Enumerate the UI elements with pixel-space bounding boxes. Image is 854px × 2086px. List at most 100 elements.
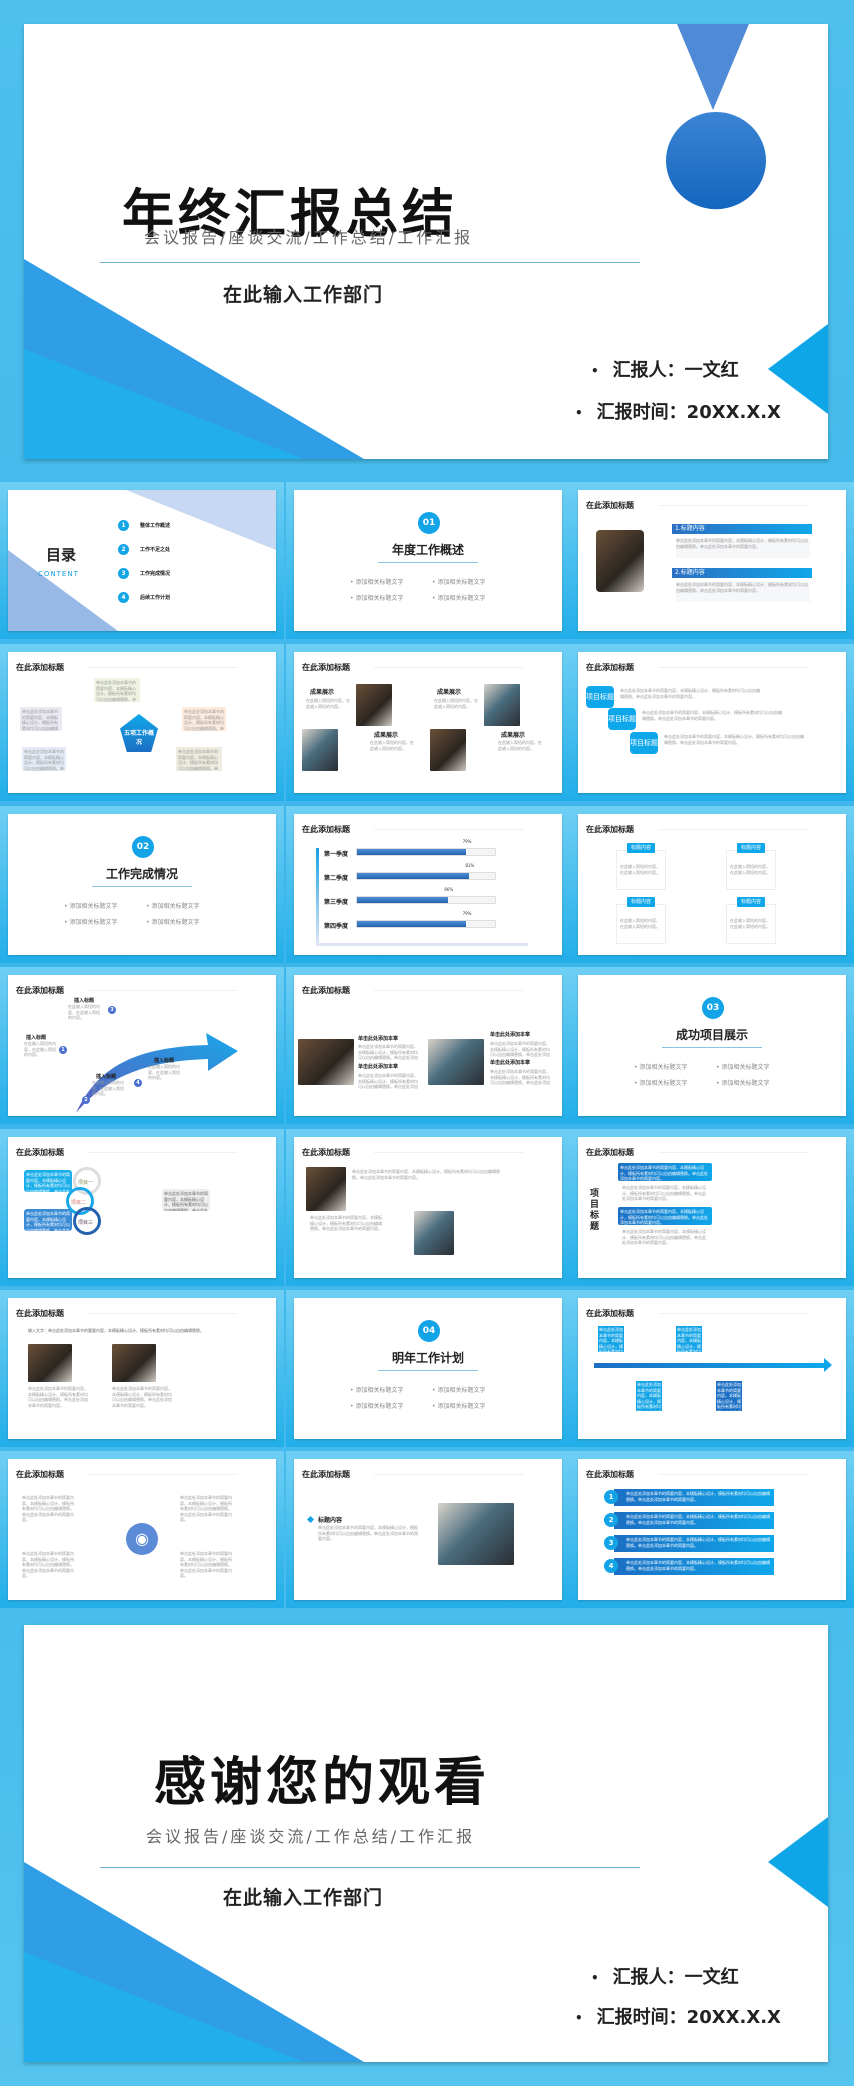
slide-title: 在此添加标题 bbox=[302, 1148, 350, 1157]
reporter: • 汇报人：一文红 bbox=[591, 356, 739, 382]
slide: 目录 CONTENT 1 整体工作概述 2 工作不足之处 3 工作完成情况 4 后续工作… bbox=[8, 490, 276, 631]
slide-thumb-13[interactable]: 在此添加标题 单击此处添加本章节的简要内容，本模板精心设计，模板所有素材均可以自… bbox=[0, 1129, 284, 1286]
toc-item[interactable]: 后续工作计划 bbox=[140, 594, 170, 601]
slide-thumb-3[interactable]: 在此添加标题 1.标题内容 单击此处添加本章节的简要内容，本模板精心设计，模板所… bbox=[570, 482, 854, 639]
toc-item[interactable]: 整体工作概述 bbox=[140, 522, 170, 529]
slide-thumb-section-03[interactable]: 03 成功项目展示 • 添加相关标题文字 • 添加相关标题文字 • 添加相关标题文… bbox=[570, 967, 854, 1124]
body-text: 单击此处添加本章节的简要内容，本模板精心设计，模板所有素材均可以自由编辑替换。单… bbox=[622, 1229, 706, 1245]
chapter-label: 单击此处添加本章 bbox=[358, 1036, 399, 1042]
slide: 在此添加标题 单击此处添加本章 单击此处添加本章节的简要内容，本模板精心设计，模板… bbox=[294, 975, 562, 1116]
slide-thumb-toc[interactable]: 目录 CONTENT 1 整体工作概述 2 工作不足之处 3 工作完成情况 4 后续工作… bbox=[0, 482, 284, 639]
slide-thumb-section-01[interactable]: 01 年度工作概述 • 添加相关标题文字 • 添加相关标题文字 • 添加相关标题文… bbox=[286, 482, 570, 639]
slide: 在此添加标题 单击此处添加本章节的简要内容，本模板精心设计，模板所有素材均可以自… bbox=[8, 1459, 276, 1600]
bullet-text: • 添加相关标题文字 bbox=[146, 903, 200, 910]
slide: 在此添加标题 成果展示 在此输入简短的内容，在此输入简短的内容。 成果展示 在此输入… bbox=[294, 652, 562, 793]
intro-text: 输入文字：单击此处添加本章节的重要内容，本模板精心设计，模板所有素材均可以自由编… bbox=[28, 1328, 204, 1333]
bullet-text: • 添加相关标题文字 bbox=[350, 579, 404, 586]
slide-thumb-10[interactable]: 在此添加标题 插入标题 在此输入简短的内容，在此输入简短的内容。 插入标题 在此输入… bbox=[0, 967, 284, 1124]
body-text: 单击此处添加本章节的简要内容，本模板精心设计，模板所有素材均可以自由编辑替换。单… bbox=[622, 1185, 706, 1201]
slide: 在此添加标题 单击此处添加本章节的简要内容，本模板精心设计，模板所有素材均可以自… bbox=[8, 1137, 276, 1278]
slide-thumb-21[interactable]: 在此添加标题 单击此处添加本章节的简要内容，本模板精心设计，模板所有素材均可以自… bbox=[570, 1451, 854, 1608]
slide-thumb-9[interactable]: 在此添加标题 在此输入简短的内容，在此输入简短的内容。 标题内容 在此输入简短的内… bbox=[570, 806, 854, 963]
slide-thumb-20[interactable]: 在此添加标题 标题内容 单击此处添加本章节的简要内容，本模板精心设计，模板所有素… bbox=[286, 1451, 570, 1608]
card-label: 标题内容 bbox=[737, 843, 765, 853]
body-text: 单击此处添加本章节的简要内容，本模板精心设计，模板所有素材均可以自由编辑替换。单… bbox=[358, 1044, 418, 1060]
slide-thumb-14[interactable]: 在此添加标题 单击此处添加本章节的简要内容，本模板精心设计，模板所有素材均可以自… bbox=[286, 1129, 570, 1286]
divider bbox=[88, 990, 238, 991]
medal-icon bbox=[666, 112, 766, 210]
slide: 在此添加标题 第一季度 79% 第二季度 81% 第三季度 66% 第四季度 79% bbox=[294, 814, 562, 955]
timeline-box: 单击此处添加本章节的简要内容，本模板精心设计，模板所有素材均可以自由编辑替换。单… bbox=[636, 1381, 662, 1411]
slide-thumb-section-04[interactable]: 04 明年工作计划 • 添加相关标题文字 • 添加相关标题文字 • 添加相关标题文… bbox=[286, 1290, 570, 1447]
list-bar: 单击此处添加本章节的简要内容，本模板精心设计，模板所有素材均可以自由编辑替换。单… bbox=[614, 1489, 774, 1506]
progress-bar bbox=[356, 920, 496, 928]
slide: 在此添加标题 单击此处添加本章节的简要内容，本模板精心设计，模板所有素材均可以自… bbox=[294, 1137, 562, 1278]
section-number: 03 bbox=[702, 997, 724, 1019]
slide-thumb-quarter-progress[interactable]: 在此添加标题 第一季度 79% 第二季度 81% 第三季度 66% 第四季度 79% bbox=[286, 806, 570, 963]
body-text: 单击此处添加本章节的简要内容，本模板精心设计，模板所有素材均可以自由编辑替换。单… bbox=[112, 1386, 172, 1408]
divider bbox=[374, 1474, 524, 1475]
slide-thumb-4[interactable]: 在此添加标题 单击此处添加本章节的简要内容，本模板精心设计，模板所有素材均可以自… bbox=[0, 644, 284, 801]
list-number: 1 bbox=[604, 1490, 618, 1504]
photo bbox=[438, 1503, 514, 1565]
ending-slide: 感谢您的观看 会议报告/座谈交流/工作总结/工作汇报 在此输入工作部门 • 汇报人… bbox=[24, 1625, 828, 2062]
divider bbox=[662, 1047, 762, 1048]
bullet-text: • 添加相关标题文字 bbox=[350, 1403, 404, 1410]
bullet-text: • 添加相关标题文字 bbox=[432, 1387, 486, 1394]
timeline-box: 单击此处添加本章节的简要内容，本模板精心设计，模板所有素材均可以自由编辑替换。单… bbox=[676, 1326, 702, 1352]
quarter-label: 第一季度 bbox=[324, 851, 349, 858]
ending-subtitle: 会议报告/座谈交流/工作总结/工作汇报 bbox=[146, 1827, 476, 1846]
alien-icon: ◉ bbox=[126, 1523, 158, 1555]
toc-item[interactable]: 工作完成情况 bbox=[140, 570, 170, 577]
divider bbox=[378, 562, 478, 563]
slide-thumb-section-02[interactable]: 02 工作完成情况 • 添加相关标题文字 • 添加相关标题文字 • 添加相关标题文… bbox=[0, 806, 284, 963]
department: 在此输入工作部门 bbox=[223, 1887, 384, 1909]
divider bbox=[378, 1370, 478, 1371]
divider bbox=[88, 1474, 238, 1475]
divider bbox=[658, 1152, 808, 1153]
body-text: 单击此处添加本章节的简要内容，本模板精心设计，模板所有素材均可以自由编辑替换。单… bbox=[620, 688, 760, 699]
report-time: • 汇报时间：20XX.X.X bbox=[575, 398, 781, 424]
slide-title: 在此添加标题 bbox=[302, 663, 350, 672]
divider bbox=[100, 262, 640, 263]
slide-thumb-5[interactable]: 在此添加标题 成果展示 在此输入简短的内容，在此输入简短的内容。 成果展示 在此输入… bbox=[286, 644, 570, 801]
diamond-icon bbox=[306, 1515, 315, 1524]
axis-base bbox=[316, 943, 528, 946]
slide-title: 在此添加标题 bbox=[586, 663, 634, 672]
toc-subtitle: CONTENT bbox=[38, 570, 79, 578]
slide-title: 在此添加标题 bbox=[302, 825, 350, 834]
body-text: 单击此处添加本章节的简要内容，本模板精心设计，模板所有素材均可以自由编辑替换。单… bbox=[22, 1495, 74, 1522]
slide: 在此添加标题 插入标题 在此输入简短的内容，在此输入简短的内容。 插入标题 在此输入… bbox=[8, 975, 276, 1116]
bullet-text: • 添加相关标题文字 bbox=[64, 903, 118, 910]
slide-title: 在此添加标题 bbox=[302, 1470, 350, 1479]
timeline-box: 单击此处添加本章节的简要内容，本模板精心设计，模板所有素材均可以自由编辑替换。单… bbox=[598, 1326, 624, 1352]
divider bbox=[658, 829, 808, 830]
project-pill: 项目标题 bbox=[630, 732, 658, 754]
slide: 在此添加标题 项目标题 单击此处添加本章节的简要内容，本模板精心设计，模板所有素材… bbox=[578, 652, 846, 793]
body-text: 在此输入简短的内容，在此输入简短的内容。 bbox=[148, 1064, 180, 1080]
slide-thumb-16[interactable]: 在此添加标题 输入文字：单击此处添加本章节的重要内容，本模板精心设计，模板所有素… bbox=[0, 1290, 284, 1447]
progress-bar bbox=[356, 896, 496, 904]
slide-thumb-11[interactable]: 在此添加标题 单击此处添加本章 单击此处添加本章节的简要内容，本模板精心设计，模板… bbox=[286, 967, 570, 1124]
body-text: 单击此处添加本章节的简要内容，本模板精心设计，模板所有素材均可以自由编辑替换。单… bbox=[28, 1386, 88, 1408]
slide: 在此添加标题 单击此处添加本章节的简要内容，本模板精心设计，模板所有素材均可以自… bbox=[578, 1298, 846, 1439]
section-number: 01 bbox=[418, 512, 440, 534]
slide: 在此添加标题 单击此处添加本章节的简要内容，本模板精心设计，模板所有素材均可以自… bbox=[578, 1459, 846, 1600]
slide-thumb-6[interactable]: 在此添加标题 项目标题 单击此处添加本章节的简要内容，本模板精心设计，模板所有素材… bbox=[570, 644, 854, 801]
heading-bar: 1.标题内容 bbox=[672, 524, 812, 534]
result-label: 成果展示 bbox=[437, 689, 462, 696]
vertical-title: 项目标题 bbox=[590, 1189, 600, 1232]
arrow-head bbox=[824, 1358, 832, 1372]
body-text: 单击此处添加本章节的简要内容，本模板精心设计，模板所有素材均可以自由编辑替换。单… bbox=[318, 1525, 418, 1541]
section-title: 年度工作概述 bbox=[391, 543, 464, 557]
progress-value: 79% bbox=[462, 839, 472, 844]
slide-thumb-timeline[interactable]: 在此添加标题 单击此处添加本章节的简要内容，本模板精心设计，模板所有素材均可以自… bbox=[570, 1290, 854, 1447]
project-pill: 项目标题 bbox=[586, 686, 614, 708]
slide: 在此添加标题 1.标题内容 单击此处添加本章节的简要内容，本模板精心设计，模板所… bbox=[578, 490, 846, 631]
toc-item[interactable]: 工作不足之处 bbox=[140, 546, 170, 553]
insert-label: 插入标题 bbox=[154, 1058, 175, 1064]
slide-thumb-15[interactable]: 在此添加标题 项目标题 单击此处添加本章节的简要内容，本模板精心设计，模板所有素… bbox=[570, 1129, 854, 1286]
slide-thumb-19[interactable]: 在此添加标题 单击此处添加本章节的简要内容，本模板精心设计，模板所有素材均可以自… bbox=[0, 1451, 284, 1608]
divider bbox=[100, 1867, 640, 1868]
body-text: 单击此处添加本章节的简要内容，本模板精心设计，模板所有素材均可以自由编辑替换。单… bbox=[22, 747, 66, 771]
